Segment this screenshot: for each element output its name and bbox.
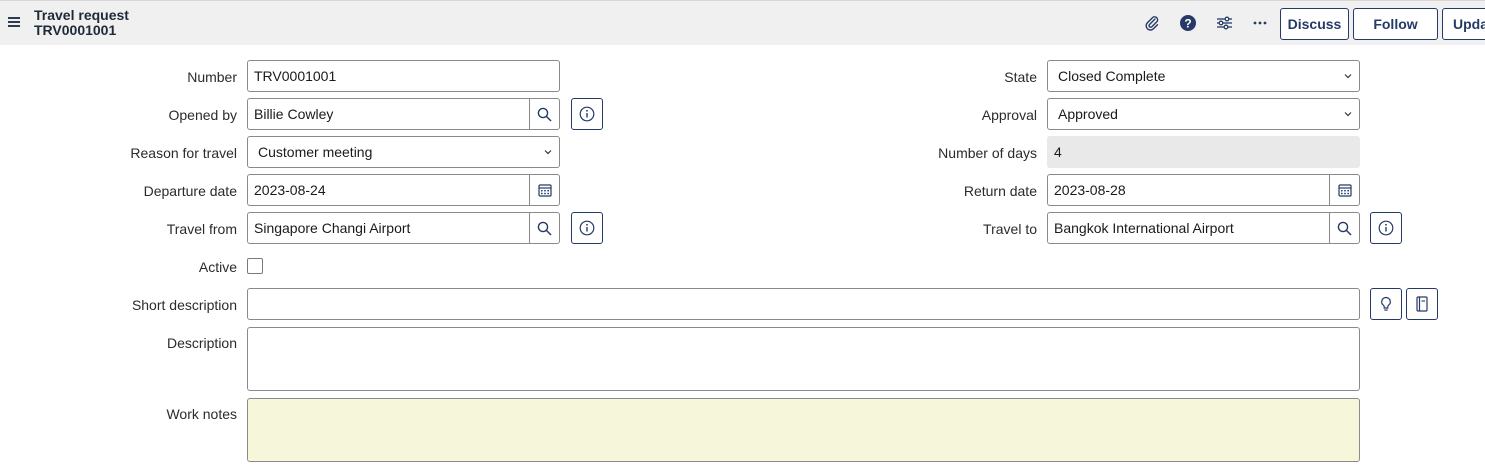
template-button[interactable] [1406, 288, 1438, 320]
return-date-field[interactable]: 2023-08-28 [1047, 174, 1330, 206]
paperclip-icon[interactable] [1142, 13, 1162, 33]
info-icon [1378, 220, 1394, 236]
lightbulb-icon [1381, 296, 1391, 311]
svg-text:?: ? [1184, 17, 1191, 31]
form-header: Travel request TRV0001001 ? Discuss Foll… [0, 0, 1485, 45]
calendar-icon [537, 184, 552, 197]
calendar-icon [1337, 184, 1352, 197]
record-type: Travel request [34, 7, 129, 23]
opened-by-label: Opened by [168, 107, 238, 123]
active-checkbox[interactable] [247, 258, 263, 274]
travel-from-field[interactable]: Singapore Changi Airport [247, 212, 530, 244]
form-title: Travel request TRV0001001 [34, 8, 129, 38]
chevron-down-icon [1344, 112, 1352, 117]
short-desc-label: Short description [131, 297, 237, 313]
work-notes-textarea[interactable] [247, 398, 1360, 462]
active-label: Active [198, 259, 237, 275]
chevron-down-icon [1344, 74, 1352, 79]
state-select[interactable]: Closed Complete [1047, 60, 1360, 92]
opened-by-info-button[interactable] [571, 98, 603, 130]
work-notes-label: Work notes [166, 406, 237, 422]
approval-select[interactable]: Approved [1047, 98, 1360, 130]
number-field[interactable]: TRV0001001 [247, 60, 560, 92]
departure-calendar-button[interactable] [529, 174, 560, 206]
search-icon [1337, 221, 1352, 236]
departure-label: Departure date [143, 183, 237, 199]
num-days-label: Number of days [938, 145, 1037, 161]
return-date-label: Return date [963, 183, 1037, 199]
state-value: Closed Complete [1058, 68, 1166, 84]
travel-from-label: Travel from [166, 221, 237, 237]
travel-from-info-button[interactable] [571, 212, 603, 244]
sliders-icon[interactable] [1214, 13, 1234, 33]
menu-icon[interactable] [8, 17, 20, 27]
number-label: Number [187, 69, 237, 85]
search-icon [537, 107, 552, 122]
opened-by-field[interactable]: Billie Cowley [247, 98, 530, 130]
record-number: TRV0001001 [34, 22, 117, 38]
info-icon [579, 106, 595, 122]
more-icon[interactable] [1250, 13, 1270, 33]
state-label: State [1004, 69, 1037, 85]
reason-select[interactable]: Customer meeting [247, 136, 560, 168]
search-icon [537, 221, 552, 236]
help-icon[interactable]: ? [1178, 13, 1198, 33]
update-button[interactable]: Upda [1442, 8, 1485, 40]
approval-label: Approval [981, 107, 1037, 123]
travel-to-field[interactable]: Bangkok International Airport [1047, 212, 1330, 244]
travel-to-search-button[interactable] [1329, 212, 1360, 244]
info-icon [579, 220, 595, 236]
description-label: Description [166, 335, 237, 351]
follow-button[interactable]: Follow [1353, 8, 1438, 40]
reason-value: Customer meeting [258, 144, 373, 160]
travel-from-search-button[interactable] [529, 212, 560, 244]
reason-label: Reason for travel [130, 145, 237, 161]
opened-by-search-button[interactable] [529, 98, 560, 130]
departure-date-field[interactable]: 2023-08-24 [247, 174, 530, 206]
travel-to-info-button[interactable] [1370, 212, 1402, 244]
book-icon [1416, 296, 1428, 312]
num-days-field: 4 [1047, 136, 1360, 168]
approval-value: Approved [1058, 106, 1118, 122]
description-textarea[interactable] [247, 327, 1360, 391]
chevron-down-icon [544, 150, 552, 155]
discuss-button[interactable]: Discuss [1280, 8, 1349, 40]
travel-to-label: Travel to [983, 221, 1037, 237]
suggestion-button[interactable] [1370, 288, 1402, 320]
return-calendar-button[interactable] [1329, 174, 1360, 206]
short-desc-field[interactable] [247, 288, 1360, 320]
